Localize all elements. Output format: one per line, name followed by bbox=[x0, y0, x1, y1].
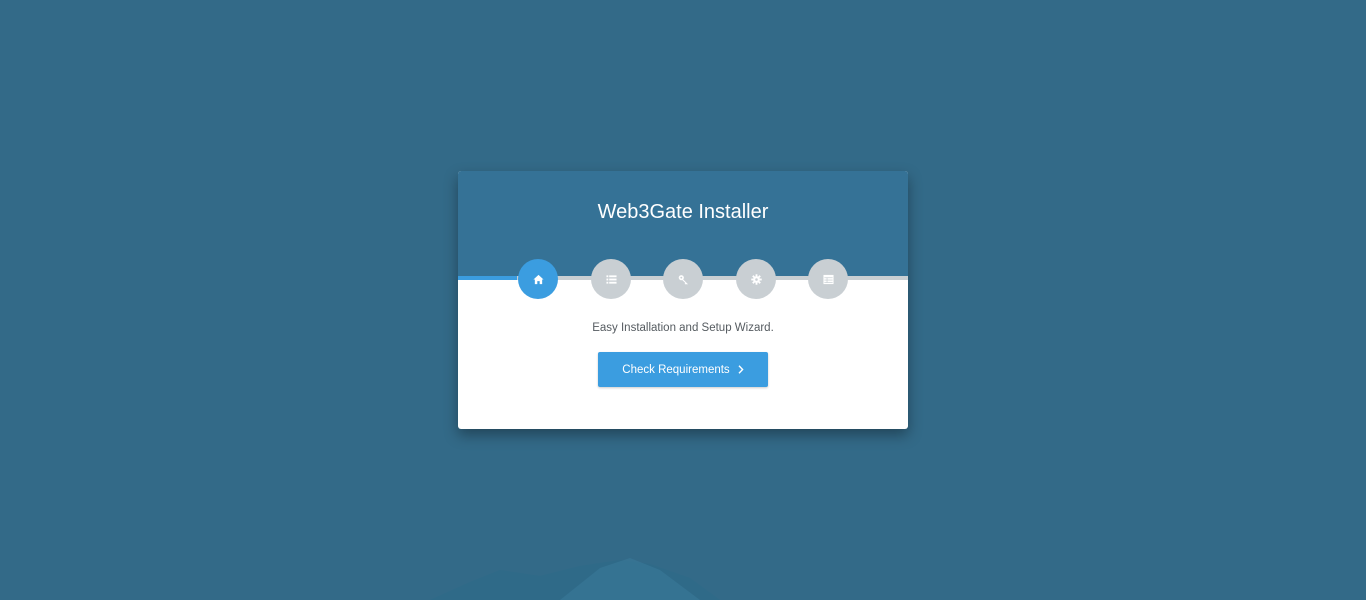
check-requirements-button[interactable]: Check Requirements bbox=[598, 352, 768, 387]
home-icon bbox=[532, 274, 544, 285]
step-permissions[interactable] bbox=[663, 259, 703, 299]
installer-tagline: Easy Installation and Setup Wizard. bbox=[592, 322, 774, 334]
step-home[interactable] bbox=[518, 259, 558, 299]
key-icon bbox=[678, 274, 689, 285]
background-mountains bbox=[430, 558, 720, 600]
list-icon bbox=[605, 274, 617, 285]
gear-icon bbox=[750, 273, 762, 285]
check-requirements-label: Check Requirements bbox=[622, 363, 730, 376]
step-indicator bbox=[518, 259, 848, 299]
server-icon bbox=[822, 274, 834, 285]
chevron-right-icon bbox=[738, 365, 744, 374]
step-finish[interactable] bbox=[808, 259, 848, 299]
page-title: Web3Gate Installer bbox=[597, 201, 769, 223]
progress-fill bbox=[458, 276, 517, 280]
step-requirements[interactable] bbox=[591, 259, 631, 299]
step-configuration[interactable] bbox=[736, 259, 776, 299]
installer-card: Web3Gate Installer Easy Installation and… bbox=[458, 171, 908, 429]
